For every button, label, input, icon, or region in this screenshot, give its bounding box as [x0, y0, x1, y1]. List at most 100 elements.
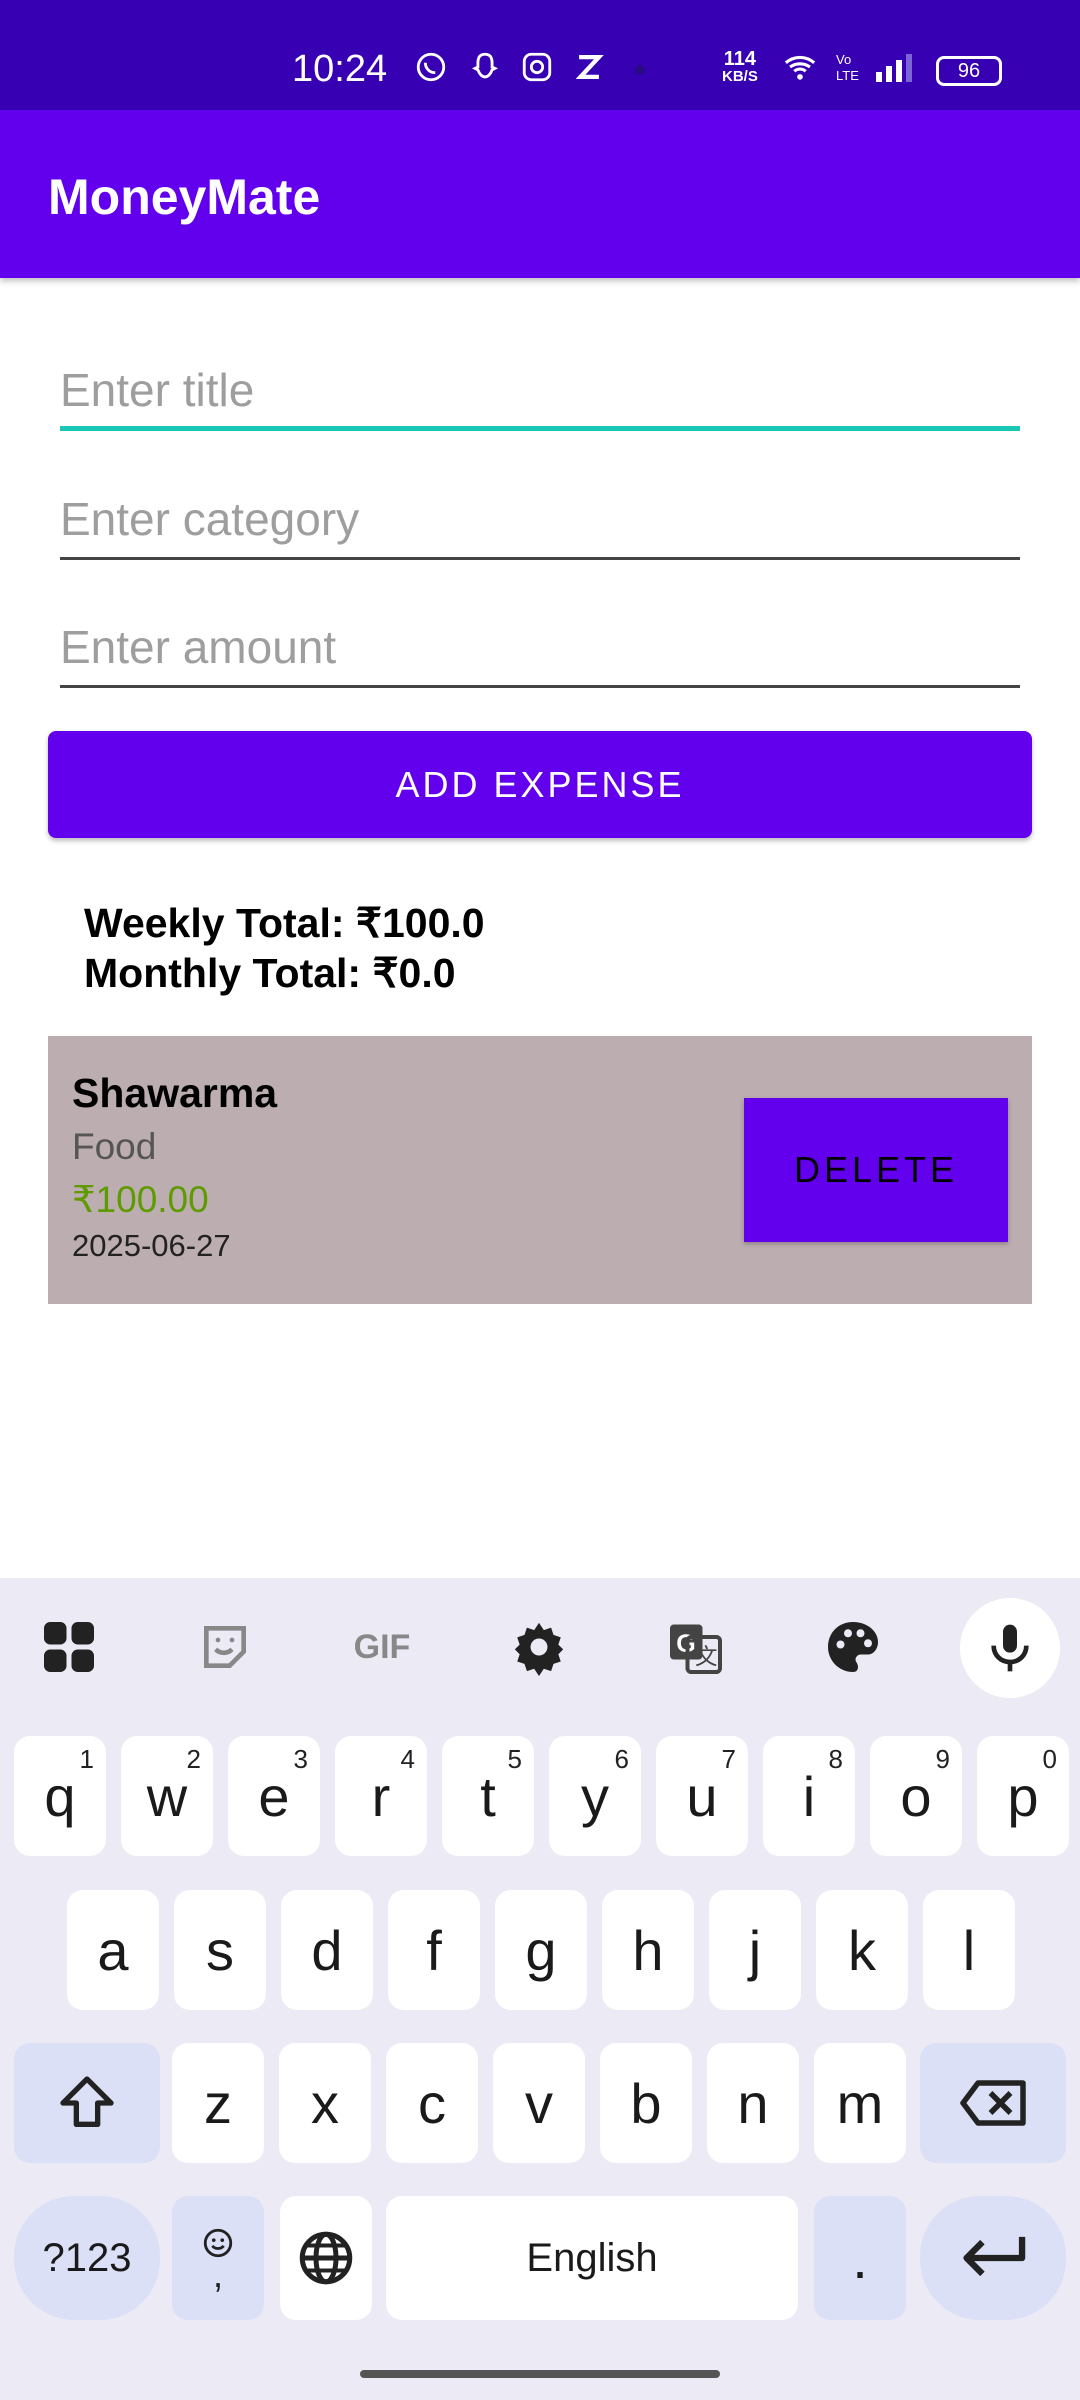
key-label: d: [311, 1918, 343, 1982]
apps-grid-icon[interactable]: [38, 1616, 100, 1678]
key-l[interactable]: l: [923, 1890, 1015, 2010]
key-label: f: [426, 1918, 442, 1982]
monthly-total: Monthly Total: ₹0.0: [84, 950, 456, 996]
palette-icon[interactable]: [822, 1616, 884, 1678]
enter-key[interactable]: [920, 2196, 1066, 2320]
key-number-hint: 3: [293, 1744, 308, 1774]
totals-summary: Weekly Total: ₹100.0 Monthly Total: ₹0.0: [84, 898, 485, 998]
key-e[interactable]: e3: [228, 1736, 320, 1856]
sticker-icon[interactable]: [194, 1616, 256, 1678]
svg-text:Vo: Vo: [836, 52, 851, 67]
expense-card: Shawarma Food ₹100.00 2025-06-27 DELETE: [48, 1036, 1032, 1304]
key-number-hint: 6: [614, 1744, 629, 1774]
key-a[interactable]: a: [67, 1890, 159, 2010]
key-s[interactable]: s: [174, 1890, 266, 2010]
settings-gear-icon[interactable]: [508, 1616, 570, 1678]
zepto-icon: [575, 54, 604, 80]
expense-category: Food: [72, 1126, 157, 1167]
key-label: m: [836, 2071, 884, 2135]
amount-field[interactable]: [60, 612, 1020, 688]
key-o[interactable]: o9: [870, 1736, 962, 1856]
add-expense-button[interactable]: ADD EXPENSE: [48, 731, 1032, 838]
key-number-hint: 2: [186, 1744, 201, 1774]
key-label: z: [204, 2071, 232, 2135]
key-label: j: [748, 1918, 762, 1982]
key-label: e: [258, 1764, 290, 1828]
key-h[interactable]: h: [602, 1890, 694, 2010]
net-speed: 114 KB/S: [722, 48, 758, 86]
home-indicator[interactable]: [360, 2370, 720, 2378]
key-label: x: [311, 2071, 339, 2135]
app-bar: MoneyMate: [0, 110, 1080, 278]
space-key[interactable]: English: [386, 2196, 798, 2320]
amount-underline: [60, 685, 1020, 688]
key-x[interactable]: x: [279, 2043, 371, 2163]
key-number-hint: 7: [721, 1744, 736, 1774]
language-key[interactable]: [280, 2196, 372, 2320]
microphone-button[interactable]: [960, 1598, 1060, 1698]
key-n[interactable]: n: [707, 2043, 799, 2163]
key-label: s: [206, 1918, 234, 1982]
key-y[interactable]: y6: [549, 1736, 641, 1856]
gif-icon[interactable]: GIF: [346, 1616, 418, 1678]
key-label: q: [44, 1764, 76, 1828]
weekly-total: Weekly Total: ₹100.0: [84, 900, 485, 946]
key-label: v: [525, 2071, 553, 2135]
soft-keyboard: GIF G文 q1w2e3r4t5y6u7i8o9p0 asdfghjkl zx…: [0, 1578, 1080, 2400]
key-k[interactable]: k: [816, 1890, 908, 2010]
keyboard-toolbar: GIF G文: [0, 1578, 1080, 1718]
title-field[interactable]: [60, 355, 1020, 431]
category-input[interactable]: [60, 484, 1020, 554]
period-key[interactable]: .: [814, 2196, 906, 2320]
key-v[interactable]: v: [493, 2043, 585, 2163]
symbols-key[interactable]: ?123: [14, 2196, 160, 2320]
title-input[interactable]: [60, 355, 1020, 425]
key-c[interactable]: c: [386, 2043, 478, 2163]
globe-icon: [299, 2231, 353, 2285]
key-d[interactable]: d: [281, 1890, 373, 2010]
emoji-comma-key[interactable]: ,: [172, 2196, 264, 2320]
key-label: b: [630, 2071, 662, 2135]
wifi-icon: [784, 55, 816, 80]
instagram-icon: [522, 52, 552, 82]
battery-icon: 96: [936, 56, 1002, 86]
key-j[interactable]: j: [709, 1890, 801, 2010]
key-w[interactable]: w2: [121, 1736, 213, 1856]
key-b[interactable]: b: [600, 2043, 692, 2163]
category-underline: [60, 557, 1020, 560]
amount-input[interactable]: [60, 612, 1020, 682]
key-label: w: [146, 1764, 188, 1828]
key-label: l: [962, 1918, 976, 1982]
key-label: k: [848, 1918, 876, 1982]
key-label: n: [737, 2071, 769, 2135]
delete-expense-button[interactable]: DELETE: [744, 1098, 1008, 1242]
key-p[interactable]: p0: [977, 1736, 1069, 1856]
shift-key[interactable]: [14, 2043, 160, 2163]
signal-icon: [876, 54, 912, 82]
key-m[interactable]: m: [814, 2043, 906, 2163]
key-q[interactable]: q1: [14, 1736, 106, 1856]
key-number-hint: 5: [507, 1744, 522, 1774]
key-number-hint: 9: [935, 1744, 950, 1774]
key-label: r: [371, 1764, 391, 1828]
key-u[interactable]: u7: [656, 1736, 748, 1856]
svg-text:LTE: LTE: [836, 68, 859, 83]
microphone-icon: [991, 1624, 1029, 1672]
key-label: p: [1007, 1764, 1039, 1828]
key-r[interactable]: r4: [335, 1736, 427, 1856]
status-time: 10:24: [292, 48, 388, 90]
key-t[interactable]: t5: [442, 1736, 534, 1856]
key-f[interactable]: f: [388, 1890, 480, 2010]
translate-icon[interactable]: G文: [664, 1616, 726, 1678]
expense-amount: ₹100.00: [72, 1179, 209, 1220]
key-g[interactable]: g: [495, 1890, 587, 2010]
net-speed-value: 114: [723, 48, 757, 70]
category-field[interactable]: [60, 484, 1020, 560]
key-label: h: [632, 1918, 664, 1982]
key-label: c: [418, 2071, 446, 2135]
key-z[interactable]: z: [172, 2043, 264, 2163]
key-i[interactable]: i8: [763, 1736, 855, 1856]
backspace-key[interactable]: [920, 2043, 1066, 2163]
expense-title: Shawarma: [72, 1070, 278, 1116]
comma-label: ,: [212, 2254, 223, 2295]
